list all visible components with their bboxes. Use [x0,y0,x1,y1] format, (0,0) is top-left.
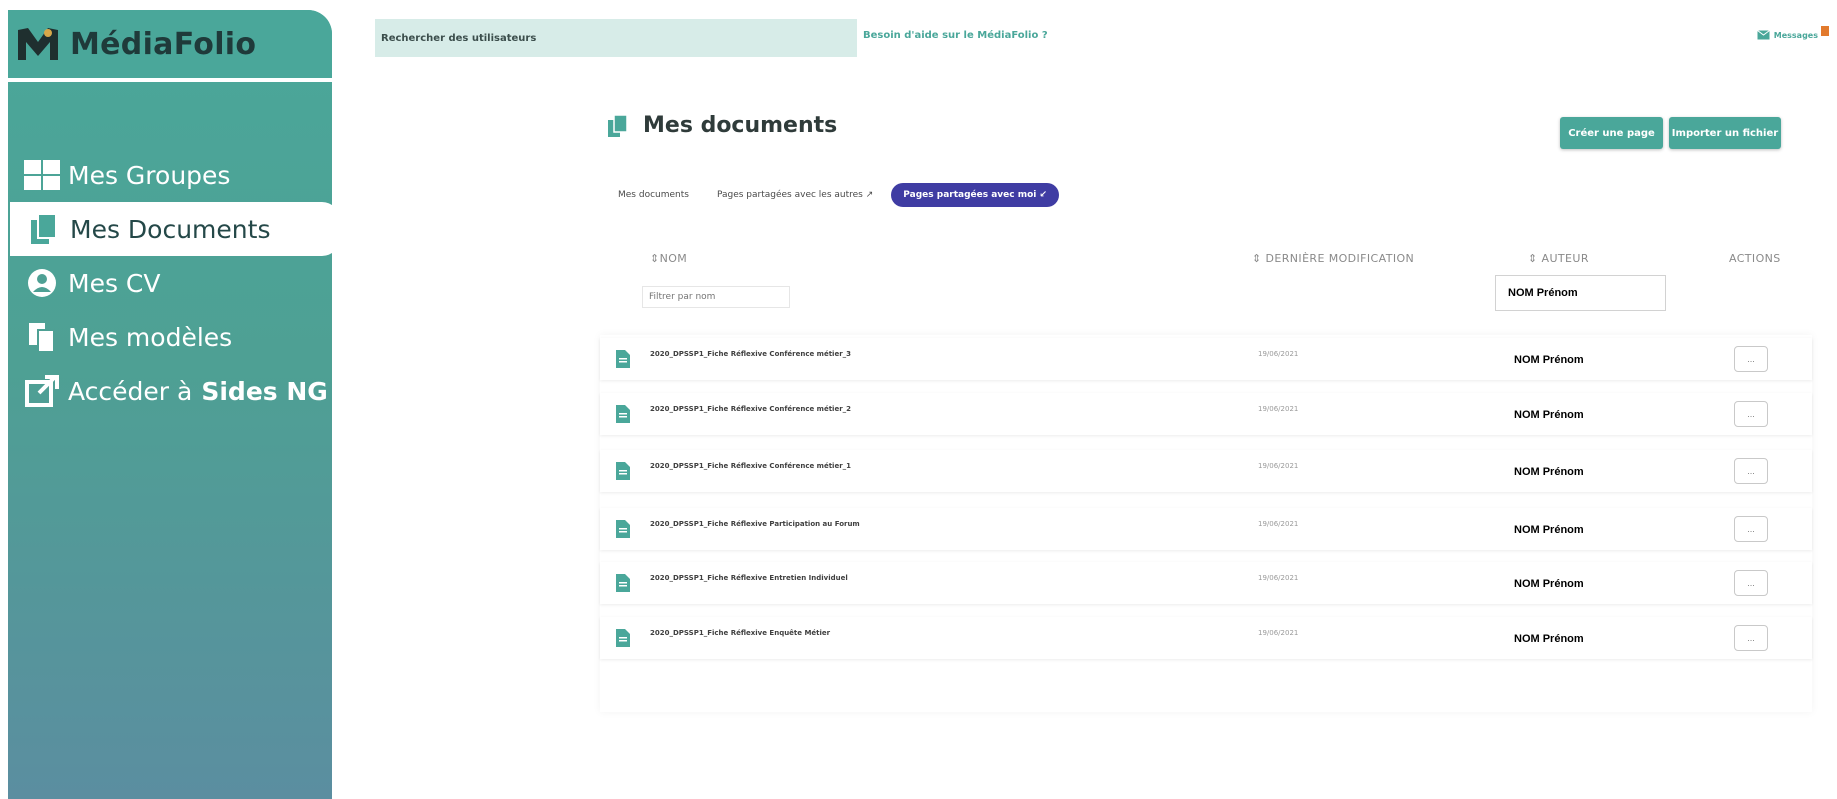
sidebar: MédiaFolio Mes Groupes Mes Documents Mes… [8,10,340,799]
sidebar-item-label: Mes CV [68,268,161,298]
document-author: NOM Prénom [1514,409,1584,421]
user-circle-icon [22,266,62,300]
mediafolio-logo-icon [18,28,58,60]
row-actions-button[interactable]: ... [1734,458,1768,484]
tab-shared-with-others[interactable]: Pages partagées avec les autres ↗ [717,190,873,200]
document-tabs: Mes documents Pages partagées avec les a… [618,183,1087,207]
document-name[interactable]: 2020_DPSSP1_Fiche Réflexive Entretien In… [650,574,848,582]
logo[interactable]: MédiaFolio [8,10,332,82]
document-date: 19/06/2021 [1258,405,1299,413]
table-row[interactable]: 2020_DPSSP1_Fiche Réflexive Entretien In… [600,562,1812,604]
sidebar-item-sides-ng[interactable]: Accéder à Sides NG [8,364,332,418]
document-author: NOM Prénom [1514,466,1584,478]
external-link-icon [22,374,62,408]
column-header-name[interactable]: ⇕NOM [650,252,687,265]
row-actions-button[interactable]: ... [1734,625,1768,651]
tab-label: Pages partagées avec moi [903,190,1037,200]
sidebar-item-cv[interactable]: Mes CV [8,256,332,310]
document-name[interactable]: 2020_DPSSP1_Fiche Réflexive Conférence m… [650,405,851,413]
document-name[interactable]: 2020_DPSSP1_Fiche Réflexive Conférence m… [650,462,851,470]
document-date: 19/06/2021 [1258,520,1299,528]
table-row[interactable]: 2020_DPSSP1_Fiche Réflexive Enquête Méti… [600,617,1812,659]
document-file-icon [616,629,630,647]
document-author: NOM Prénom [1514,633,1584,645]
document-file-icon [616,462,630,480]
document-file-icon [616,405,630,423]
author-filter-field[interactable]: NOM Prénom [1495,275,1666,311]
document-name[interactable]: 2020_DPSSP1_Fiche Réflexive Conférence m… [650,350,851,358]
row-actions-button[interactable]: ... [1734,401,1768,427]
envelope-icon [1756,30,1770,40]
column-header-author[interactable]: ⇕ AUTEUR [1528,252,1589,265]
column-header-modified[interactable]: ⇕ DERNIÈRE MODIFICATION [1252,252,1414,265]
search-label: Rechercher des utilisateurs [381,32,537,44]
sidebar-item-label: Mes modèles [68,322,233,352]
share-in-icon: ↙ [1039,190,1048,200]
sidebar-item-documents[interactable]: Mes Documents [10,202,340,256]
help-link[interactable]: Besoin d'aide sur le MédiaFolio ? [863,30,1048,41]
document-author: NOM Prénom [1514,578,1584,590]
documents-icon [24,212,64,246]
copy-icon [22,320,62,354]
document-date: 19/06/2021 [1258,462,1299,470]
document-author: NOM Prénom [1514,354,1584,366]
page-title-text: Mes documents [643,113,838,138]
document-date: 19/06/2021 [1258,574,1299,582]
document-file-icon [616,574,630,592]
row-actions-button[interactable]: ... [1734,516,1768,542]
grid-icon [22,158,62,192]
row-actions-button[interactable]: ... [1734,570,1768,596]
sidebar-item-label: Accéder à [68,376,193,406]
table-row[interactable]: 2020_DPSSP1_Fiche Réflexive Conférence m… [600,338,1812,380]
sort-icon: ⇕ [1528,252,1538,265]
column-header-actions: ACTIONS [1729,252,1781,265]
sidebar-item-modeles[interactable]: Mes modèles [8,310,332,364]
tab-shared-with-me[interactable]: Pages partagées avec moi ↙ [891,183,1060,207]
column-header-label: DERNIÈRE MODIFICATION [1265,252,1415,265]
column-header-label: NOM [659,252,688,265]
messages-link[interactable]: Messages [1756,26,1829,40]
table-row[interactable]: 2020_DPSSP1_Fiche Réflexive Participatio… [600,508,1812,550]
tab-label: Pages partagées avec les autres [716,190,863,200]
document-name[interactable]: 2020_DPSSP1_Fiche Réflexive Participatio… [650,520,860,528]
document-date: 19/06/2021 [1258,629,1299,637]
document-file-icon [616,350,630,368]
documents-icon [608,113,628,137]
row-actions-button[interactable]: ... [1734,346,1768,372]
page-title: Mes documents [607,113,837,138]
sidebar-item-label-bold: Sides NG [201,376,328,406]
app-name: MédiaFolio [70,26,257,62]
sidebar-item-groupes[interactable]: Mes Groupes [8,148,332,202]
share-out-icon: ↗ [865,190,874,200]
document-author: NOM Prénom [1514,524,1584,536]
user-search-input[interactable]: Rechercher des utilisateurs [375,19,857,57]
sort-icon: ⇕ [650,252,660,265]
table-row[interactable]: 2020_DPSSP1_Fiche Réflexive Conférence m… [600,450,1812,492]
name-filter-input[interactable] [642,286,790,308]
messages-label: Messages [1773,30,1818,40]
create-page-button[interactable]: Créer une page [1560,117,1663,149]
document-file-icon [616,520,630,538]
column-header-label: AUTEUR [1541,252,1589,265]
document-name[interactable]: 2020_DPSSP1_Fiche Réflexive Enquête Méti… [650,629,830,637]
document-date: 19/06/2021 [1258,350,1299,358]
table-row[interactable]: 2020_DPSSP1_Fiche Réflexive Conférence m… [600,393,1812,435]
notification-flag-icon [1821,26,1829,36]
tab-mes-documents[interactable]: Mes documents [618,190,689,200]
sort-icon: ⇕ [1252,252,1262,265]
sidebar-item-label: Mes Groupes [68,160,231,190]
sidebar-item-label: Mes Documents [70,214,271,244]
import-file-button[interactable]: Importer un fichier [1669,117,1781,149]
sidebar-nav: Mes Groupes Mes Documents Mes CV Mes mod… [8,148,340,418]
